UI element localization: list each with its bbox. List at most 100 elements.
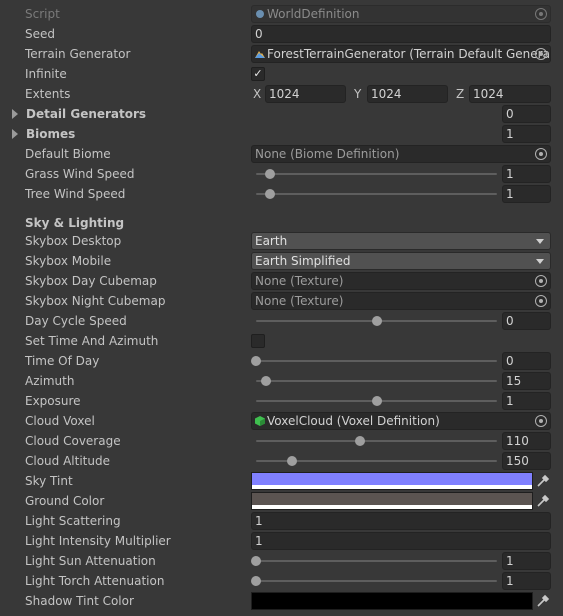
- seed-label: Seed: [25, 27, 55, 41]
- extents-y-label: Y: [354, 87, 362, 101]
- foldout-arrow-icon[interactable]: [12, 129, 18, 139]
- light-torch-attenuation-input[interactable]: 1: [502, 572, 551, 590]
- sky-tint-label: Sky Tint: [25, 474, 73, 488]
- set-time-and-azimuth-label: Set Time And Azimuth: [25, 334, 159, 348]
- cloud-voxel-field[interactable]: VoxelCloud (Voxel Definition): [251, 412, 551, 430]
- time-of-day-input[interactable]: 0: [502, 352, 551, 370]
- light-torch-attenuation-label: Light Torch Attenuation: [25, 574, 165, 588]
- terrain-generator-label: Terrain Generator: [25, 47, 131, 61]
- object-picker-icon: [535, 8, 547, 20]
- detail-generators-row[interactable]: Detail Generators 0: [0, 104, 563, 124]
- skybox-night-cubemap-field[interactable]: None (Texture): [251, 292, 551, 310]
- light-scattering-input[interactable]: 1: [251, 512, 551, 530]
- detail-generators-label[interactable]: Detail Generators: [26, 104, 146, 124]
- seed-input[interactable]: 0: [251, 25, 551, 43]
- light-intensity-multiplier-input[interactable]: 1: [251, 532, 551, 550]
- azimuth-input[interactable]: 15: [502, 372, 551, 390]
- exposure-input[interactable]: 1: [502, 392, 551, 410]
- object-picker-icon[interactable]: [535, 48, 547, 60]
- cloud-voxel-value: VoxelCloud (Voxel Definition): [267, 414, 440, 428]
- slider-thumb[interactable]: [251, 576, 261, 586]
- script-field: WorldDefinition: [251, 5, 551, 23]
- eyedropper-icon[interactable]: [535, 593, 551, 609]
- detail-generators-count[interactable]: 0: [502, 105, 551, 123]
- slider-thumb[interactable]: [371, 316, 382, 326]
- eyedropper-icon[interactable]: [535, 473, 551, 489]
- color-swatch: [252, 593, 532, 609]
- extents-x-input[interactable]: 1024: [265, 85, 346, 103]
- light-scattering-row: Light Scattering 1: [0, 511, 563, 531]
- terrain-generator-field[interactable]: ForestTerrainGenerator (Terrain Default …: [251, 45, 551, 63]
- slider-track[interactable]: [256, 380, 497, 382]
- cloud-coverage-row: Cloud Coverage 110: [0, 431, 563, 451]
- biomes-row[interactable]: Biomes 1: [0, 124, 563, 144]
- eyedropper-icon[interactable]: [535, 493, 551, 509]
- slider-thumb[interactable]: [251, 556, 261, 566]
- object-picker-icon[interactable]: [535, 148, 547, 160]
- extents-z-label: Z: [456, 87, 465, 101]
- cloud-coverage-input[interactable]: 110: [502, 432, 551, 450]
- ground-color-color-field[interactable]: [251, 492, 533, 510]
- day-cycle-speed-input[interactable]: 0: [502, 312, 551, 330]
- skybox-night-cubemap-value: None (Texture): [255, 294, 344, 308]
- default-biome-row: Default Biome None (Biome Definition): [0, 144, 563, 164]
- slider-track[interactable]: [256, 580, 497, 582]
- skybox-night-cubemap-label: Skybox Night Cubemap: [25, 294, 166, 308]
- extents-z-input[interactable]: 1024: [469, 85, 551, 103]
- terrain-generator-row: Terrain Generator ForestTerrainGenerator…: [0, 44, 563, 64]
- slider-track[interactable]: [256, 173, 497, 175]
- slider-track[interactable]: [256, 560, 497, 562]
- tree-wind-speed-label: Tree Wind Speed: [25, 187, 126, 201]
- skybox-mobile-dropdown[interactable]: Earth Simplified: [251, 252, 551, 270]
- skybox-mobile-value: Earth Simplified: [255, 254, 351, 268]
- set-time-and-azimuth-checkbox[interactable]: [251, 334, 265, 348]
- skybox-desktop-row: Skybox Desktop Earth: [0, 231, 563, 251]
- grass-wind-speed-label: Grass Wind Speed: [25, 167, 135, 181]
- slider-thumb[interactable]: [251, 356, 261, 366]
- section-header: Sky & Lighting: [25, 216, 125, 230]
- skybox-desktop-value: Earth: [255, 234, 288, 248]
- script-label: Script: [25, 7, 60, 21]
- extents-label: Extents: [25, 87, 71, 101]
- object-picker-icon[interactable]: [535, 275, 547, 287]
- tree-wind-speed-input[interactable]: 1: [502, 185, 551, 203]
- skybox-desktop-label: Skybox Desktop: [25, 234, 122, 248]
- slider-thumb[interactable]: [265, 189, 276, 199]
- azimuth-row: Azimuth 15: [0, 371, 563, 391]
- slider-thumb[interactable]: [287, 456, 298, 466]
- slider-thumb[interactable]: [265, 169, 276, 179]
- slider-thumb[interactable]: [260, 376, 271, 386]
- alpha-bar: [252, 505, 532, 509]
- cloud-altitude-input[interactable]: 150: [502, 452, 551, 470]
- cloud-voxel-row: Cloud Voxel VoxelCloud (Voxel Definition…: [0, 411, 563, 431]
- biomes-count[interactable]: 1: [502, 125, 551, 143]
- foldout-arrow-icon[interactable]: [12, 109, 18, 119]
- voxel-cube-icon: [255, 416, 265, 426]
- grass-wind-speed-input[interactable]: 1: [502, 165, 551, 183]
- skybox-day-cubemap-field[interactable]: None (Texture): [251, 272, 551, 290]
- slider-track[interactable]: [256, 360, 497, 362]
- extents-y-input[interactable]: 1024: [367, 85, 448, 103]
- default-biome-field[interactable]: None (Biome Definition): [251, 145, 551, 163]
- day-cycle-speed-label: Day Cycle Speed: [25, 314, 127, 328]
- object-picker-icon[interactable]: [535, 295, 547, 307]
- exposure-row: Exposure 1: [0, 391, 563, 411]
- skybox-night-cubemap-row: Skybox Night Cubemap None (Texture): [0, 291, 563, 311]
- cloud-altitude-row: Cloud Altitude 150: [0, 451, 563, 471]
- object-picker-icon[interactable]: [535, 415, 547, 427]
- skybox-desktop-dropdown[interactable]: Earth: [251, 232, 551, 250]
- slider-thumb[interactable]: [354, 436, 365, 446]
- skybox-day-cubemap-row: Skybox Day Cubemap None (Texture): [0, 271, 563, 291]
- infinite-checkbox[interactable]: ✓: [251, 67, 265, 81]
- light-sun-attenuation-input[interactable]: 1: [502, 552, 551, 570]
- time-of-day-label: Time Of Day: [25, 354, 100, 368]
- ground-color-row: Ground Color: [0, 491, 563, 511]
- slider-track[interactable]: [256, 440, 497, 442]
- slider-thumb[interactable]: [371, 396, 382, 406]
- slider-track[interactable]: [256, 193, 497, 195]
- shadow-tint-color-field[interactable]: [251, 592, 533, 610]
- sky-tint-color-field[interactable]: [251, 472, 533, 490]
- skybox-mobile-label: Skybox Mobile: [25, 254, 112, 268]
- color-swatch: [252, 493, 532, 505]
- biomes-label[interactable]: Biomes: [26, 124, 75, 144]
